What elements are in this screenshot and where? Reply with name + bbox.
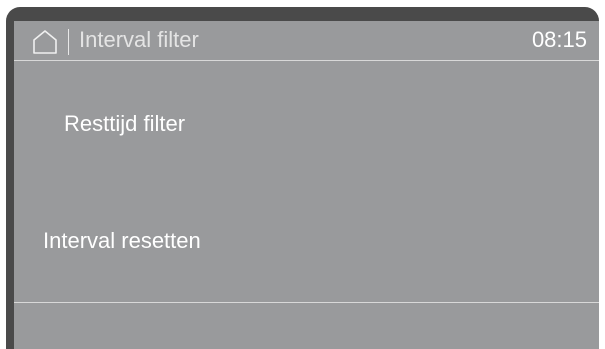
display-screen: Interval filter 08:15 Resttijd filter In… <box>14 21 599 349</box>
header-divider <box>68 29 69 55</box>
home-icon[interactable] <box>32 29 58 55</box>
menu-item-resttijd-filter[interactable]: Resttijd filter <box>64 111 185 137</box>
page-title: Interval filter <box>79 27 199 52</box>
status-header: Interval filter 08:15 <box>14 21 599 60</box>
clock-time: 08:15 <box>531 27 587 52</box>
menu-item-interval-resetten[interactable]: Interval resetten <box>43 228 201 254</box>
header-separator <box>14 60 599 61</box>
bottom-separator <box>14 302 599 303</box>
